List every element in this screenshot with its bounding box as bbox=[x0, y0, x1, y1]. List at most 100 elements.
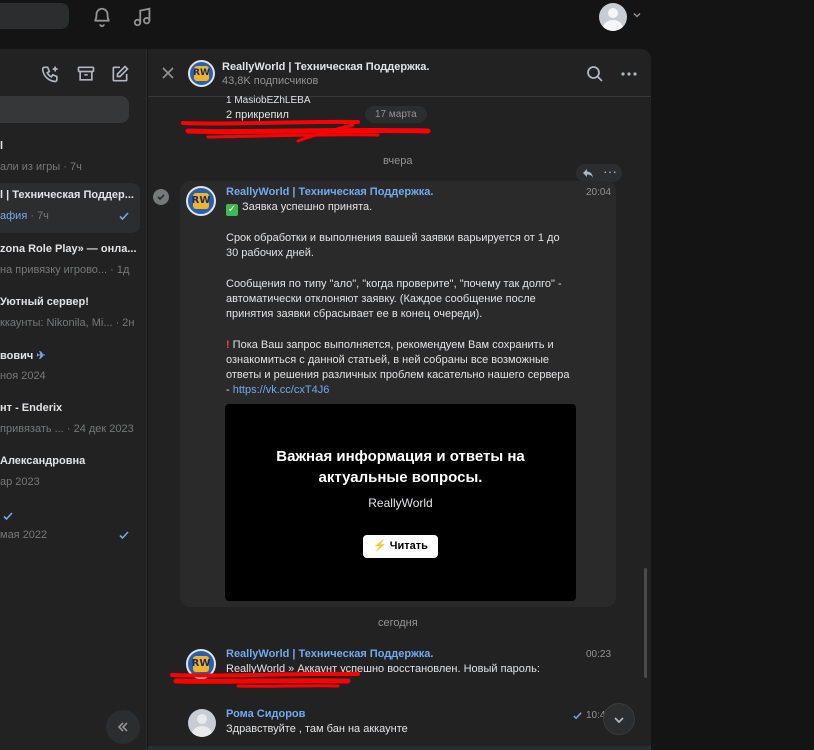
reply-icon[interactable] bbox=[582, 167, 594, 179]
chat-item[interactable]: Уютный сервер! ккаунты: Nikonila, Mi... … bbox=[0, 290, 140, 340]
channel-logo-mark: RW bbox=[191, 195, 211, 206]
read-button[interactable]: ⚡ Читать bbox=[363, 535, 438, 558]
chat-preview-text: афия bbox=[0, 210, 28, 222]
chat-title: вович ✈ bbox=[0, 349, 46, 362]
conversation-title[interactable]: ReallyWorld | Техническая Поддержка. bbox=[222, 61, 429, 73]
article-card[interactable]: Важная информация и ответы на актуальные… bbox=[225, 404, 576, 601]
collapse-panel-button[interactable] bbox=[106, 710, 140, 744]
read-check-icon bbox=[119, 212, 129, 221]
chat-preview: на привязку игрово... · 1д bbox=[0, 264, 129, 276]
message-line-text: - bbox=[226, 384, 233, 396]
message-line: ! Пока Ваш запрос выполняется, рекомендуе… bbox=[226, 339, 554, 351]
profile-avatar[interactable] bbox=[599, 3, 627, 31]
archive-icon[interactable] bbox=[76, 64, 96, 84]
top-bar bbox=[0, 0, 814, 34]
select-message-icon[interactable] bbox=[153, 189, 169, 205]
search-icon[interactable] bbox=[586, 65, 604, 83]
more-icon[interactable]: ··· bbox=[603, 164, 617, 179]
message-fragment-line: 1 MasiobEZhLEBA bbox=[226, 95, 311, 106]
message-sender[interactable]: Рома Сидоров bbox=[226, 708, 305, 720]
message-link[interactable]: https://vk.cc/cxT4J6 bbox=[233, 384, 330, 396]
message-line: Срок обработки и выполнения вашей заявки… bbox=[226, 232, 560, 244]
channel-logo-mark: RW bbox=[193, 68, 210, 78]
read-check-icon bbox=[119, 531, 129, 540]
close-icon[interactable] bbox=[161, 66, 175, 80]
subscriber-count: 43,8K подписчиков bbox=[222, 75, 319, 87]
scrollbar[interactable] bbox=[644, 568, 647, 678]
chat-preview: афия · 7ч bbox=[0, 210, 49, 222]
chevron-down-icon bbox=[614, 717, 624, 724]
chat-preview-text: ар 2023 bbox=[0, 476, 40, 488]
bell-icon[interactable] bbox=[91, 6, 113, 28]
day-separator: сегодня bbox=[378, 617, 418, 629]
global-search-input[interactable] bbox=[0, 3, 69, 29]
chat-preview: ккаунты: Nikonila, Mi... · 2н bbox=[0, 317, 135, 329]
message-actions: ··· bbox=[576, 164, 622, 182]
read-check-icon bbox=[573, 712, 582, 720]
message-line: ознакомиться с данной статьей, в ней соб… bbox=[226, 354, 550, 366]
chat-item[interactable]: Александровна ар 2023 bbox=[0, 449, 140, 499]
user-avatar[interactable] bbox=[188, 709, 216, 737]
chat-item[interactable]: l али из игры · 7ч bbox=[0, 134, 140, 184]
read-button-label: Читать bbox=[389, 540, 428, 552]
message-line: ответы и решения различных проблем касат… bbox=[226, 369, 570, 381]
chevron-down-icon[interactable] bbox=[632, 10, 642, 20]
card-title-line: Важная информация и ответы на bbox=[276, 448, 525, 465]
chat-title: Уютный сервер! bbox=[0, 296, 89, 308]
chat-item[interactable]: нт - Enderix привязать ... · 24 дек 2023 bbox=[0, 396, 140, 446]
conversation-panel: RW ReallyWorld | Техническая Поддержка. … bbox=[148, 49, 651, 750]
chat-preview-text: али из игры bbox=[0, 161, 61, 173]
chat-item[interactable]: вович ✈ ноя 2024 bbox=[0, 343, 140, 393]
message-sender[interactable]: ReallyWorld | Техническая Поддержка. bbox=[226, 186, 433, 198]
conversation-header: RW ReallyWorld | Техническая Поддержка. … bbox=[148, 49, 651, 97]
chat-title: Александровна bbox=[0, 455, 86, 467]
check-icon bbox=[157, 194, 165, 201]
phone-add-icon[interactable] bbox=[41, 64, 61, 84]
chat-time: · 7ч bbox=[30, 210, 49, 222]
more-icon[interactable] bbox=[620, 65, 638, 83]
chat-item-active[interactable]: l | Техническая Поддер... афия · 7ч bbox=[0, 183, 140, 233]
message-line: Сообщения по типу "ало", "когда проверит… bbox=[226, 278, 562, 290]
chat-item[interactable]: мая 2022 bbox=[0, 502, 140, 552]
chat-preview-text: мая 2022 bbox=[0, 529, 48, 541]
chat-item[interactable]: zona Role Play» — онла... на привязку иг… bbox=[0, 237, 140, 287]
lightning-icon: ⚡ bbox=[373, 540, 387, 552]
chat-title-text: вович bbox=[0, 350, 34, 362]
sender-avatar[interactable]: RW bbox=[186, 186, 216, 216]
chat-title: l bbox=[0, 140, 4, 152]
music-icon[interactable] bbox=[132, 6, 154, 28]
double-chevron-left-icon bbox=[117, 722, 128, 732]
chat-preview-text: привязать ... bbox=[0, 423, 64, 435]
chat-time: · 24 дек 2023 bbox=[66, 423, 134, 435]
exclamation-emoji-icon: ! bbox=[226, 339, 230, 351]
chat-preview: али из игры · 7ч bbox=[0, 161, 82, 173]
chat-search-input[interactable] bbox=[0, 96, 129, 123]
chat-preview-text: ккаунты: Nikonila, Mi... bbox=[0, 317, 113, 329]
chat-preview-text: ноя 2024 bbox=[0, 370, 46, 382]
compose-icon[interactable] bbox=[110, 64, 130, 84]
red-scribble-redaction bbox=[170, 671, 360, 688]
chat-list-panel: l али из игры · 7ч l | Техническая Подде… bbox=[0, 49, 147, 750]
message-time: 00:23 bbox=[586, 649, 612, 660]
channel-avatar[interactable]: RW bbox=[188, 60, 215, 87]
chat-time: · 7ч bbox=[63, 161, 82, 173]
message-line: 30 рабочих дней. bbox=[226, 247, 314, 259]
scroll-down-button[interactable] bbox=[603, 703, 635, 735]
check-mark-emoji-icon: ✓ bbox=[226, 204, 238, 216]
chat-title: l | Техническая Поддер... bbox=[0, 189, 134, 201]
message-line: принятия заявки сбрасывает ее в конец оч… bbox=[226, 308, 483, 320]
message-time: 20:04 bbox=[586, 187, 612, 198]
card-title-line: актуальные вопросы. bbox=[318, 469, 483, 486]
message-line-text: Заявка успешно принята. bbox=[242, 201, 373, 213]
chat-title: нт - Enderix bbox=[0, 402, 63, 414]
chat-title: zona Role Play» — онла... bbox=[0, 243, 137, 255]
message-line: автоматически отклоняют заявку. (Каждое … bbox=[226, 293, 536, 305]
message-sender[interactable]: ReallyWorld | Техническая Поддержка. bbox=[226, 648, 433, 660]
card-subtitle: ReallyWorld bbox=[368, 496, 433, 510]
message-line: Здравствуйте , там бан на аккаунте bbox=[226, 723, 408, 735]
read-check-icon bbox=[3, 512, 13, 521]
chat-preview: привязать ... · 24 дек 2023 bbox=[0, 423, 134, 435]
plane-icon: ✈ bbox=[36, 350, 46, 362]
message-line: - https://vk.cc/cxT4J6 bbox=[226, 384, 329, 396]
chat-time: · 1д bbox=[110, 264, 130, 276]
